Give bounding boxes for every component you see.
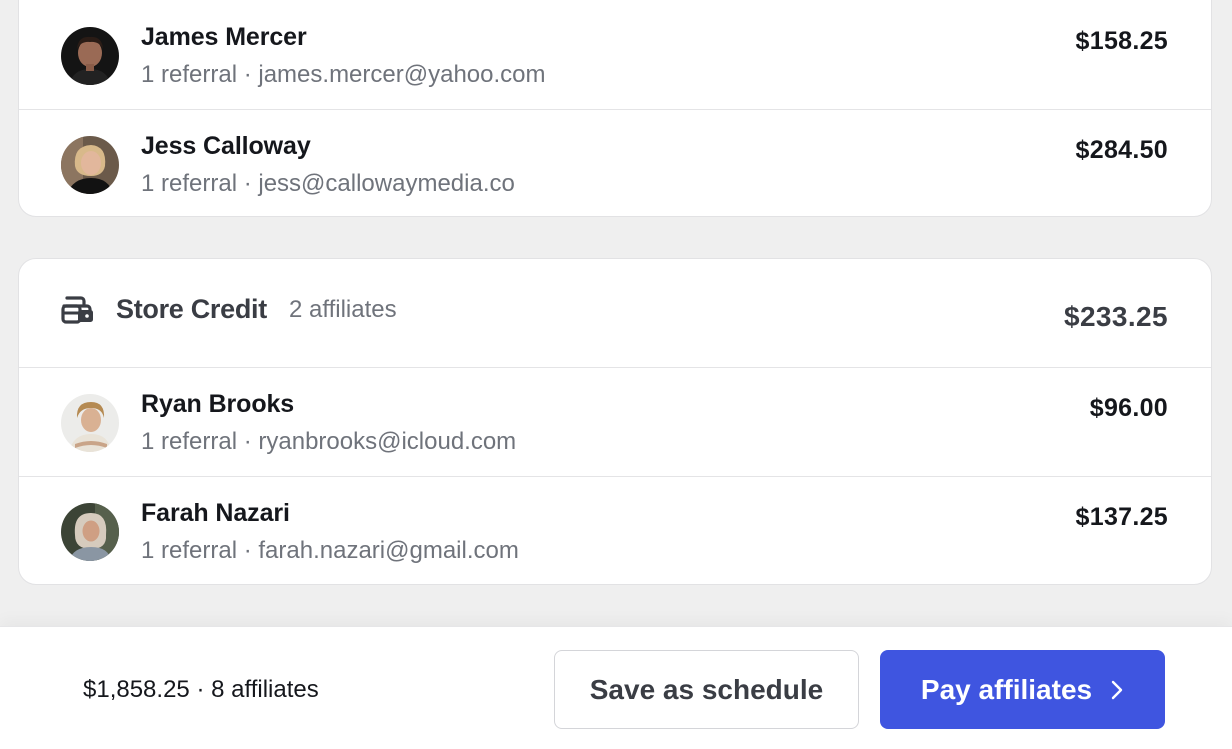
affiliate-email: jess@callowaymedia.co xyxy=(258,170,515,197)
payout-affiliate-count: 8 affiliates xyxy=(211,676,319,703)
referral-count: 1 referral xyxy=(141,170,238,197)
affiliate-row[interactable]: James Mercer 1 referral · james.mercer@y… xyxy=(19,1,1211,110)
chevron-right-icon xyxy=(1111,680,1123,699)
affiliate-name: Jess Calloway xyxy=(141,132,311,160)
avatar xyxy=(61,136,119,194)
affiliate-row[interactable]: Farah Nazari 1 referral · farah.nazari@g… xyxy=(19,477,1211,584)
affiliate-email: farah.nazari@gmail.com xyxy=(258,537,519,564)
group-title: Store Credit xyxy=(116,294,267,324)
affiliate-meta: 1 referral · farah.nazari@gmail.com xyxy=(141,537,519,565)
referral-count: 1 referral xyxy=(141,61,238,88)
avatar xyxy=(61,503,119,561)
payout-footer: $1,858.25 · 8 affiliates Save as schedul… xyxy=(0,626,1232,749)
group-header[interactable]: Store Credit 2 affiliates $233.25 xyxy=(19,259,1211,368)
affiliate-meta: 1 referral · james.mercer@yahoo.com xyxy=(141,61,546,89)
separator: · xyxy=(237,170,259,197)
avatar xyxy=(61,394,119,452)
affiliate-amount: $158.25 xyxy=(1075,27,1168,55)
separator: · xyxy=(237,428,259,455)
affiliate-row[interactable]: Ryan Brooks 1 referral · ryanbrooks@iclo… xyxy=(19,368,1211,477)
referral-count: 1 referral xyxy=(141,428,238,455)
affiliate-email: ryanbrooks@icloud.com xyxy=(258,428,517,455)
affiliate-meta: 1 referral · jess@callowaymedia.co xyxy=(141,170,515,198)
separator: · xyxy=(237,61,259,88)
pay-affiliates-label: Pay affiliates xyxy=(920,673,1093,705)
store-credit-card: Store Credit 2 affiliates $233.25 Ryan B… xyxy=(18,258,1212,585)
affiliate-meta: 1 referral · ryanbrooks@icloud.com xyxy=(141,428,516,456)
referral-count: 1 referral xyxy=(141,537,238,564)
separator: · xyxy=(189,676,212,703)
payout-summary: $1,858.25 · 8 affiliates xyxy=(83,676,319,704)
wallet-card-icon xyxy=(61,296,93,324)
affiliate-amount: $284.50 xyxy=(1075,136,1168,164)
affiliate-amount: $137.25 xyxy=(1075,503,1168,531)
save-as-schedule-button[interactable]: Save as schedule xyxy=(554,650,859,729)
group-total: $233.25 xyxy=(1063,301,1168,332)
affiliate-row[interactable]: Jess Calloway 1 referral · jess@calloway… xyxy=(19,110,1211,216)
payout-group-card: James Mercer 1 referral · james.mercer@y… xyxy=(18,0,1212,217)
affiliate-name: Farah Nazari xyxy=(141,499,290,527)
payout-total: $1,858.25 xyxy=(83,676,190,703)
pay-affiliates-button[interactable]: Pay affiliates xyxy=(880,650,1165,729)
affiliate-amount: $96.00 xyxy=(1089,394,1168,422)
affiliate-name: James Mercer xyxy=(141,23,307,51)
group-affiliate-count: 2 affiliates xyxy=(289,296,397,323)
avatar xyxy=(61,27,119,85)
affiliate-email: james.mercer@yahoo.com xyxy=(258,61,546,88)
affiliate-name: Ryan Brooks xyxy=(141,390,295,418)
separator: · xyxy=(237,537,259,564)
